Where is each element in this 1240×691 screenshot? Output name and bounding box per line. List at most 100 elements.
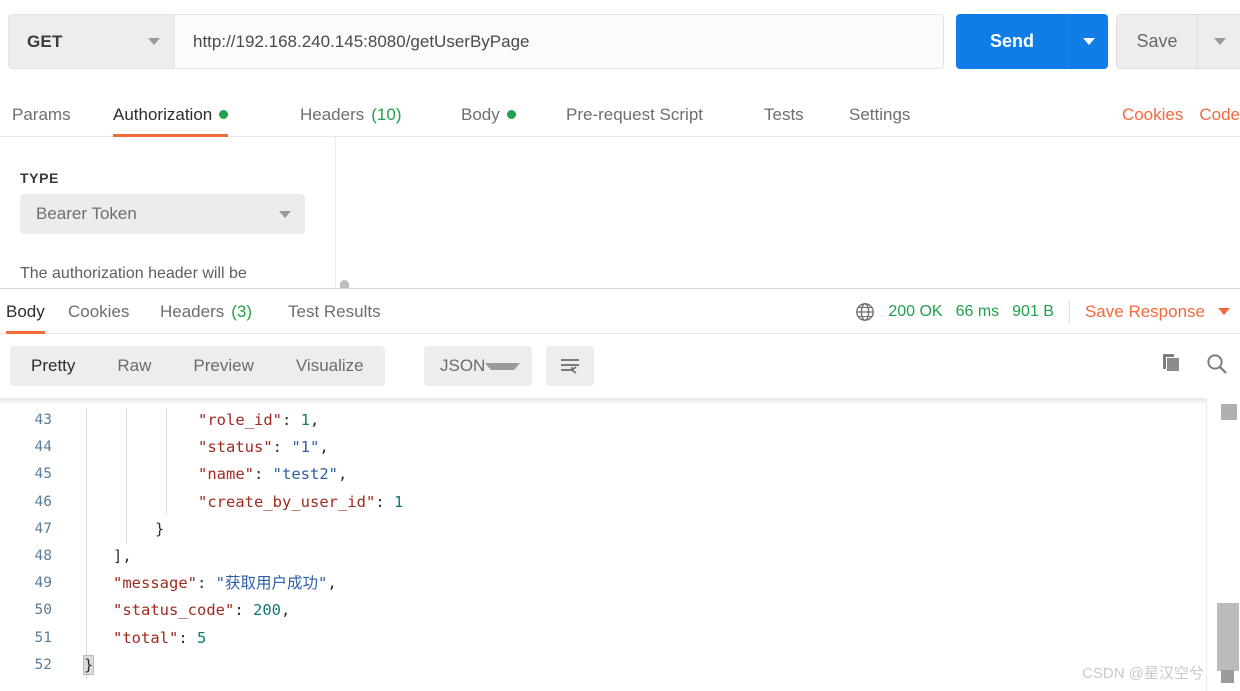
request-tab-body[interactable]: Body (461, 92, 516, 137)
word-wrap-button[interactable] (546, 346, 594, 386)
code-line-content[interactable]: "message": "获取用户成功", (113, 570, 337, 597)
line-number: 49 (34, 575, 52, 592)
code-token: "total" (113, 628, 179, 647)
link-cookies[interactable]: Cookies (1122, 105, 1183, 125)
code-token: "message" (113, 574, 197, 593)
code-line-content[interactable]: "status_code": 200, (113, 597, 290, 624)
auth-type-value: Bearer Token (36, 204, 137, 223)
line-number: 50 (34, 602, 52, 619)
globe-icon (856, 302, 875, 321)
modified-dot-icon (219, 110, 229, 119)
request-tab-headers[interactable]: Headers (10) (300, 92, 402, 137)
code-line: 44 "status": "1", (0, 434, 1206, 461)
send-group: Send (956, 14, 1108, 69)
code-line-content[interactable]: "status": "1", (198, 434, 329, 461)
save-response-button[interactable]: Save Response (1085, 302, 1205, 322)
response-tab-headers[interactable]: Headers (3) (160, 289, 252, 334)
response-body-code-viewer[interactable]: 43 "role_id": 1, 44 "status": "1", 45 "name":… (0, 398, 1240, 691)
code-token: "status" (198, 438, 273, 457)
code-token: 1 (393, 492, 404, 511)
code-line-content[interactable]: "total": 5 (113, 625, 206, 652)
link-code[interactable]: Code (1199, 105, 1240, 125)
request-tab-pre-request-script[interactable]: Pre-request Script (566, 92, 703, 137)
line-number: 46 (34, 493, 52, 510)
request-tabs: Params Authorization Headers (10) Body Pre-re… (0, 92, 1240, 137)
line-number: 44 (34, 439, 52, 456)
http-method-label: GET (27, 31, 63, 51)
code-token: : (197, 574, 216, 593)
chevron-down-icon (279, 210, 291, 218)
code-token: : (282, 411, 301, 429)
tab-label: Headers (300, 104, 365, 124)
tab-label: Settings (849, 104, 911, 124)
code-token: 200 (253, 601, 281, 620)
request-tab-params[interactable]: Params (12, 92, 71, 137)
http-method-selector[interactable]: GET (9, 15, 175, 68)
response-tab-cookies[interactable]: Cookies (68, 289, 129, 334)
format-value: JSON (440, 356, 486, 375)
tab-label: Body (6, 301, 45, 321)
scroll-up-arrow[interactable] (1221, 404, 1237, 420)
code-line-content[interactable]: } (82, 652, 95, 679)
code-line-content[interactable]: "create_by_user_id": 1 (198, 489, 403, 516)
send-button[interactable]: Send (956, 14, 1068, 69)
code-token: ], (113, 546, 132, 565)
code-line: 51 "total": 5 (0, 625, 1206, 652)
response-tab-test-results[interactable]: Test Results (288, 289, 381, 334)
watermark: CSDN @星汉空兮 (1082, 665, 1204, 682)
code-line: 50 "status_code": 200, (0, 597, 1206, 624)
response-tab-body[interactable]: Body (6, 289, 45, 334)
code-token: , (327, 574, 337, 593)
scroll-down-arrow[interactable] (1221, 670, 1234, 683)
save-options-button[interactable] (1197, 15, 1240, 68)
code-line-content[interactable]: ], (113, 543, 132, 570)
request-tab-authorization[interactable]: Authorization (113, 92, 229, 137)
url-text: http://192.168.240.145:8080/getUserByPag… (193, 31, 530, 51)
code-scrollbar-thumb[interactable] (1217, 603, 1239, 671)
line-number: 43 (34, 412, 52, 428)
view-mode-raw[interactable]: Raw (96, 346, 172, 386)
save-button[interactable]: Save (1117, 15, 1197, 68)
view-mode-pretty[interactable]: Pretty (10, 346, 96, 386)
auth-description: The authorization header will be (20, 265, 247, 282)
search-button[interactable] (1204, 351, 1230, 382)
code-line-content[interactable]: "role_id": 1, (198, 407, 319, 434)
code-token: : (375, 492, 394, 511)
authorization-panel: TYPE Bearer Token The authorization head… (0, 137, 1240, 288)
code-token: , (281, 601, 291, 620)
view-mode-visualize[interactable]: Visualize (275, 346, 385, 386)
code-token: , (338, 465, 348, 484)
auth-panel-scrollbar-thumb[interactable] (340, 280, 349, 288)
code-token: } (82, 654, 95, 675)
code-line: 48], (0, 543, 1206, 570)
code-line-content[interactable]: } (155, 516, 164, 543)
code-token: : (178, 628, 197, 647)
code-vertical-scrollbar[interactable] (1206, 398, 1240, 691)
code-token: } (155, 519, 165, 538)
view-mode-preview[interactable]: Preview (172, 346, 274, 386)
send-options-button[interactable] (1068, 14, 1108, 69)
code-token: : (272, 438, 292, 457)
code-token: "create_by_user_id" (198, 492, 376, 511)
request-tab-settings[interactable]: Settings (849, 92, 910, 137)
copy-button[interactable] (1158, 351, 1184, 382)
chevron-down-icon[interactable] (1218, 308, 1230, 315)
url-input[interactable]: http://192.168.240.145:8080/getUserByPag… (175, 15, 943, 68)
auth-type-select[interactable]: Bearer Token (20, 194, 305, 234)
modified-dot-icon (506, 110, 516, 119)
save-group: Save (1116, 14, 1240, 69)
word-wrap-icon (561, 359, 579, 374)
code-token: "role_id" (198, 411, 282, 429)
tab-label: Authorization (113, 104, 213, 124)
code-line-content[interactable]: "name": "test2", (198, 461, 347, 488)
code-lines: 43 "role_id": 1, 44 "status": "1", 45 "name":… (0, 407, 1206, 679)
copy-icon (1163, 353, 1179, 371)
code-token: 1 (300, 411, 311, 429)
tab-label: Headers (160, 301, 225, 321)
view-mode-group: Pretty Raw Preview Visualize (10, 346, 385, 386)
format-select[interactable]: JSON (424, 346, 532, 386)
auth-panel-scrollbar[interactable] (340, 280, 349, 288)
response-time: 66 ms (955, 302, 1000, 320)
request-tab-tests[interactable]: Tests (764, 92, 804, 137)
response-tabs: Test Results Headers (3) Cookies Body 200 OK… (0, 289, 1240, 334)
